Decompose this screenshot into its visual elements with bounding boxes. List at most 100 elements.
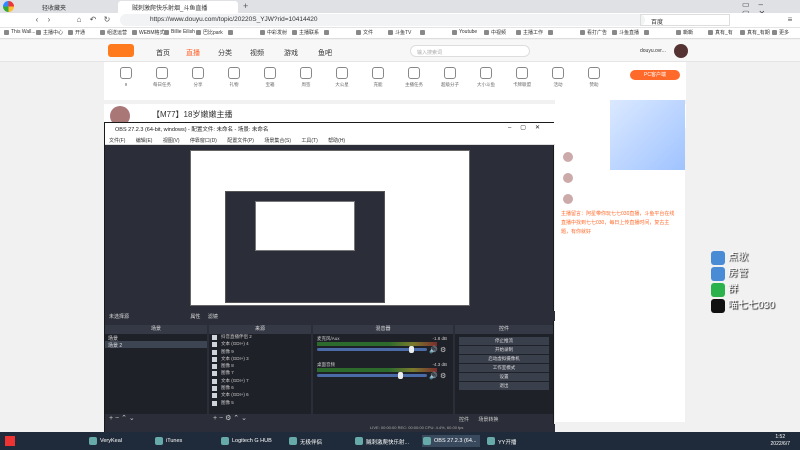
bookmark-item[interactable]: 斗鱼TV xyxy=(388,29,411,36)
stop-streaming-button[interactable]: 停止推流 xyxy=(459,337,549,345)
source-item[interactable]: 文本 (GDI+) 6 xyxy=(209,392,311,399)
taskbar-app[interactable]: OBS 27.2.3 (64... xyxy=(422,435,480,447)
tab-transitions[interactable]: 场景转换 xyxy=(478,417,498,423)
fader-knob[interactable] xyxy=(397,372,403,379)
activity-item[interactable]: 周签 xyxy=(286,67,326,88)
menu-profile[interactable]: 配置文件(P) xyxy=(227,137,254,144)
back-icon[interactable]: ‹ xyxy=(32,15,42,25)
obs-window-controls[interactable]: –▢✕ xyxy=(508,124,549,131)
activity-item[interactable]: 9 xyxy=(106,67,146,87)
site-search-input[interactable]: 输入搜索词 xyxy=(410,45,530,57)
speaker-icon[interactable]: 🔊 xyxy=(429,346,438,354)
gear-icon[interactable]: ⚙ xyxy=(440,372,446,380)
bookmark-item[interactable]: 斗鱼直播 xyxy=(612,29,639,36)
scenes-footer[interactable]: + − ⌃ ⌄ xyxy=(105,414,207,424)
taskbar-app[interactable]: iTunes xyxy=(154,435,199,447)
source-item[interactable]: 图像 7 xyxy=(209,370,311,377)
rank-avatar[interactable] xyxy=(563,152,573,162)
filters-button[interactable]: 滤镜 xyxy=(208,314,218,320)
menu-scene-collection[interactable]: 场景集合(S) xyxy=(264,137,291,144)
reload-icon[interactable]: ↻ xyxy=(102,15,112,25)
bookmark-item[interactable]: 开通 xyxy=(68,29,85,36)
source-item[interactable]: 图像 5 xyxy=(209,400,311,407)
bookmark-item[interactable]: Billie Eilish xyxy=(164,29,195,35)
exit-button[interactable]: 退出 xyxy=(459,382,549,390)
bookmark-item[interactable]: Youtube xyxy=(452,29,477,35)
gear-icon[interactable]: ⚙ xyxy=(440,346,446,354)
activity-item[interactable]: 主播任务 xyxy=(394,67,434,88)
avatar[interactable] xyxy=(674,44,688,58)
taskbar-app[interactable]: VeryKeal xyxy=(88,435,143,447)
rank-avatar[interactable] xyxy=(563,173,573,183)
bookmark-item[interactable]: 中视频 xyxy=(484,29,506,36)
activity-item[interactable]: 礼物 xyxy=(214,67,254,88)
activity-item[interactable]: 超级分子 xyxy=(430,67,470,88)
nav-video[interactable]: 视频 xyxy=(250,48,264,58)
system-clock[interactable]: 1:52 2022/6/7 xyxy=(771,434,790,448)
douyu-logo[interactable] xyxy=(108,44,134,57)
browser-logo-icon[interactable] xyxy=(3,1,14,12)
nav-category[interactable]: 分类 xyxy=(218,48,232,58)
nav-live[interactable]: 直播 xyxy=(186,48,200,58)
bookmark-item[interactable]: 文件 xyxy=(356,29,373,36)
nav-yuba[interactable]: 鱼吧 xyxy=(318,48,332,58)
undo-icon[interactable]: ↶ xyxy=(88,15,98,25)
menu-docks[interactable]: 停靠窗口(D) xyxy=(190,137,217,144)
bookmark-item[interactable]: 看打广告 xyxy=(580,29,607,36)
address-bar[interactable]: https://www.douyu.com/topic/20220S_YJW?r… xyxy=(120,14,645,26)
menu-file[interactable]: 文件(F) xyxy=(109,137,125,144)
ad-banner[interactable] xyxy=(610,100,685,170)
rank-avatar[interactable] xyxy=(563,194,573,204)
menu-tools[interactable]: 工具(T) xyxy=(301,137,317,144)
properties-button[interactable]: 属性 xyxy=(190,314,200,320)
taskbar-app[interactable]: YY开播 xyxy=(486,435,526,447)
scene-item[interactable]: 场景 2 xyxy=(105,341,207,349)
home-icon[interactable]: ⌂ xyxy=(74,15,84,25)
bookmark-item[interactable]: 更多 xyxy=(772,29,789,36)
start-recording-button[interactable]: 开始录制 xyxy=(459,346,549,354)
start-icon[interactable] xyxy=(5,436,15,446)
taskbar-app[interactable]: Logitech G HUB xyxy=(220,435,280,447)
activity-item[interactable]: 卡牌联盟 xyxy=(502,67,542,88)
bookmark-item[interactable]: WEBM格式 xyxy=(132,29,165,36)
source-item[interactable]: 图像 9 xyxy=(209,349,311,356)
tab-controls[interactable]: 控件 xyxy=(459,417,469,423)
volume-fader[interactable] xyxy=(317,374,427,377)
bookmark-item[interactable]: 组送运营 xyxy=(100,29,127,36)
menu-view[interactable]: 视图(V) xyxy=(163,137,180,144)
activity-item[interactable]: 大小斗鱼 xyxy=(466,67,506,88)
bookmark-item[interactable]: This Wall... xyxy=(4,29,36,35)
bookmark-item[interactable]: 主播联系 xyxy=(292,29,319,36)
nav-game[interactable]: 游戏 xyxy=(284,48,298,58)
menu-help[interactable]: 帮助(H) xyxy=(328,137,345,144)
forward-icon[interactable]: › xyxy=(44,15,54,25)
search-engine-box[interactable]: 百度 xyxy=(640,14,730,26)
menu-icon[interactable]: ≡ xyxy=(785,15,795,25)
obs-preview[interactable] xyxy=(190,150,470,306)
activity-item[interactable]: 活动 xyxy=(538,67,578,88)
virtual-camera-button[interactable]: 启动虚拟摄像机 xyxy=(459,355,549,363)
activity-item[interactable]: 赞助 xyxy=(574,67,614,88)
tab-douyu[interactable]: 贼刺激爬快乐射烟_斗鱼直播 xyxy=(118,1,238,13)
menu-edit[interactable]: 编辑(E) xyxy=(136,137,153,144)
bookmark-item[interactable]: 嘶嘶 xyxy=(676,29,693,36)
scene-item[interactable]: 场景 xyxy=(105,334,207,342)
new-tab-button[interactable]: + xyxy=(243,1,248,11)
settings-button[interactable]: 设置 xyxy=(459,373,549,381)
bookmark-item[interactable]: 真有_有期 xyxy=(740,29,770,36)
bookmark-item[interactable]: 真有_有 xyxy=(708,29,733,36)
studio-mode-button[interactable]: 工作室模式 xyxy=(459,364,549,372)
bookmark-item[interactable]: 主播工作 xyxy=(516,29,543,36)
activity-item[interactable]: 宝箱 xyxy=(250,67,290,88)
nav-home[interactable]: 首页 xyxy=(156,48,170,58)
activity-item[interactable]: 分享 xyxy=(178,67,218,88)
fader-knob[interactable] xyxy=(408,346,414,353)
tab-favorites[interactable]: 轻收藏夹 xyxy=(28,1,116,13)
source-item[interactable]: 文本 (GDI+) 7 xyxy=(209,378,311,385)
pc-client-button[interactable]: PC客户端 xyxy=(630,70,680,80)
sources-footer[interactable]: + − ⚙ ⌃ ⌄ xyxy=(209,414,311,424)
obs-window[interactable]: OBS 27.2.3 (64-bit, windows) - 配置文件: 未命名… xyxy=(104,122,555,432)
bookmark-item[interactable]: 巴比park xyxy=(196,29,223,36)
activity-item[interactable]: 大公星 xyxy=(322,67,362,88)
source-item[interactable]: 文本 (GDI+) 4 xyxy=(209,341,311,348)
